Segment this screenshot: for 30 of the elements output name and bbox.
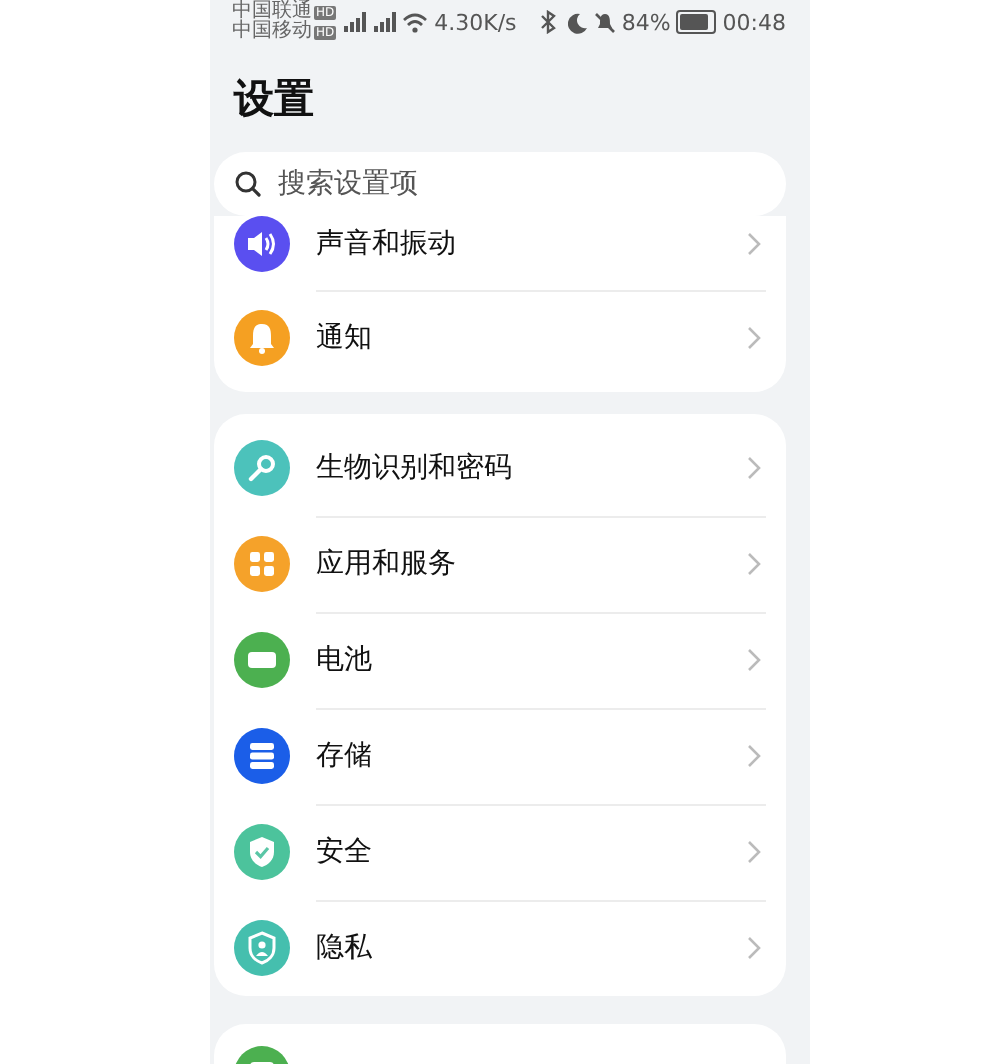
settings-item[interactable]: 生物识别和密码 [214,420,786,516]
settings-item[interactable]: 隐私 [214,900,786,996]
chevron-icon [746,840,762,864]
chevron-icon [746,231,762,255]
settings-item[interactable]: 存储 [214,708,786,804]
search-icon [234,170,262,198]
network-speed: 4.30K/s [434,9,517,35]
search-field[interactable]: 搜索设置项 [214,152,786,216]
chevron-icon [746,552,762,576]
carrier-name: 中国联通 [232,2,312,22]
settings-item[interactable]: 通知 [214,290,786,384]
chevron-icon [746,648,762,672]
battery-icon [676,10,717,34]
settings-item[interactable]: 声音和振动 [214,216,786,290]
moon-icon [567,11,588,33]
wifi-icon [402,11,429,33]
chevron-icon [746,936,762,960]
settings-item[interactable]: 应用和服务 [214,516,786,612]
mute-icon [593,11,616,33]
battery-percent: 84% [621,9,671,35]
chevron-icon [746,325,762,349]
settings-item[interactable]: 安全 [214,804,786,900]
carrier-name: 中国移动 [232,22,312,42]
signal-icon [372,12,397,32]
settings-item[interactable]: 电池 [214,612,786,708]
clock: 00:48 [722,9,786,35]
chevron-icon [746,744,762,768]
chevron-icon [746,456,762,480]
signal-icon [342,12,367,32]
page-title: 设置 [231,71,316,125]
